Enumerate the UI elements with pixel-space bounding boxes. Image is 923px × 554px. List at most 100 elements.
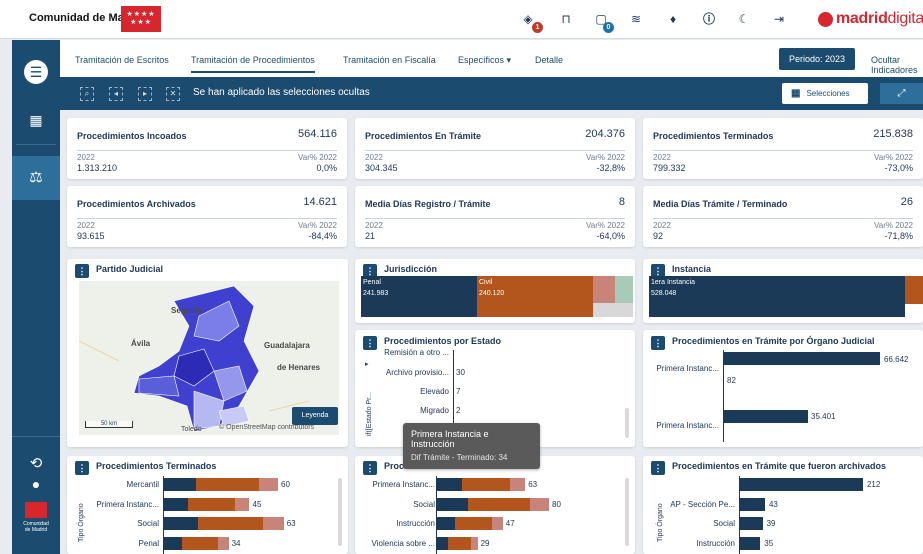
menu-icon[interactable]: ☰ [24,60,48,84]
bar-segment-salmon[interactable] [234,497,250,511]
dashboard-icon[interactable]: ▦ [24,108,48,132]
panel-menu-icon[interactable]: ⋮ [363,461,377,475]
madrid-digital-brand: madriddigital [836,10,923,27]
kpi-var-value: -71,8% [884,231,913,241]
kpi-card[interactable]: Procedimientos Terminados 215.838 2022 799.… [643,118,923,179]
bar-segment-salmon[interactable] [258,478,278,491]
tab-especificos[interactable]: Específicos ▾ [458,55,511,66]
bar-label: Penal [138,538,159,548]
bar-value: 80 [552,499,561,509]
panel-title: Procedimientos por Estado [384,336,502,346]
bar[interactable] [724,410,808,423]
bar-segment-navy[interactable] [437,478,462,491]
selection-back-icon[interactable]: ◂ [109,87,123,101]
panel-menu-icon[interactable]: ⋮ [75,264,89,278]
bar-value: 35 [764,538,774,548]
bar-value: 7 [456,387,461,396]
periodo-button[interactable]: Periodo: 2023 [779,48,855,70]
bar-value: 47 [505,519,515,528]
kpi-card[interactable]: Media Días Registro / Trámite 8 2022 21 Var%… [355,186,635,247]
bar-segment-orange[interactable] [455,517,492,530]
panel-menu-icon[interactable]: ⋮ [651,336,665,350]
selecciones-button[interactable]: ▦ Selecciones [782,83,868,104]
kpi-card[interactable]: Media Días Trámite / Terminado 26 2022 92 Va… [643,186,923,247]
bar-label: Instrucción [396,519,435,528]
tab-fiscalia[interactable]: Tramitación en Fiscalía [343,55,436,65]
bookmark-icon[interactable]: ⊓ [558,11,574,27]
gavel-icon[interactable]: ⚖ [24,166,48,190]
kpi-card[interactable]: Procedimientos Incoados 564.116 2022 1.313.… [67,118,347,179]
bar-segment-navy[interactable] [164,478,196,491]
selection-clear-icon[interactable]: ✕ [166,87,180,101]
bar-segment-salmon[interactable] [217,536,229,550]
bar-value: 35.401 [811,412,836,421]
notification-badge: 1 [532,22,543,33]
bar-segment-orange[interactable] [182,536,218,550]
kpi-card[interactable]: Procedimientos Archivados 14.621 2022 93.61… [67,186,347,247]
map-scale: 50 km [85,421,133,428]
bar-segment-orange[interactable] [195,478,259,491]
bar[interactable] [740,536,761,550]
bell-icon[interactable]: ♦ [665,11,681,27]
treemap-penal[interactable]: Penal 241.983 [361,276,477,317]
bar-segment-navy[interactable] [437,536,449,550]
treemap-segunda-instancia[interactable] [905,276,923,304]
panel-title: Instancia [672,264,712,274]
info-icon[interactable]: ⓘ [701,11,717,27]
bar-label: Social [137,519,159,528]
bar-segment-orange[interactable] [197,517,264,530]
scrollbar[interactable] [338,478,342,546]
treemap-other[interactable] [593,303,633,317]
kpi-title: Media Días Trámite / Terminado [653,199,788,209]
kpi-var-value: -84,4% [308,231,337,241]
scrollbar[interactable] [625,478,629,546]
treemap-primera-instancia[interactable]: 1era Instancia 528.048 [649,276,905,317]
bar-segment-salmon[interactable] [470,536,478,550]
bar-label: Primera Instanc... [96,499,159,509]
bar-segment-navy[interactable] [164,536,183,550]
bar-segment-orange[interactable] [187,497,235,511]
panel-menu-icon[interactable]: ⋮ [651,461,665,475]
bar-segment-orange[interactable] [448,536,471,550]
treemap-social[interactable] [593,276,615,303]
bar[interactable] [740,517,763,530]
kpi-card[interactable]: Procedimientos En Trámite 204.376 2022 304.… [355,118,635,179]
treemap-contencioso[interactable] [615,276,633,303]
treemap-civil[interactable]: Civil 240.120 [477,276,593,317]
bar-segment-salmon[interactable] [510,478,526,491]
sidebar: ☰ ▦ ⚖ ⟲ ● Comunidad de Madrid [12,40,60,554]
bar[interactable] [724,352,880,365]
bar-segment-orange[interactable] [461,478,511,491]
bar-value: 63 [528,480,538,489]
bar-segment-navy[interactable] [437,517,456,530]
panel-menu-icon[interactable]: ⋮ [75,461,89,475]
user-icon[interactable]: ● [24,472,48,496]
bar-segment-orange[interactable] [468,497,530,511]
moon-icon[interactable]: ☾ [736,11,752,27]
expand-icon[interactable]: ⤢ [880,83,923,104]
scrollbar[interactable] [625,408,629,438]
selection-tool-icon[interactable]: ⌕ [80,87,94,101]
bar-segment-navy[interactable] [164,517,198,530]
bar[interactable] [740,478,863,491]
bar-segment-navy[interactable] [164,497,188,511]
sidebar-divider [12,436,60,437]
selection-forward-icon[interactable]: ▸ [138,87,152,101]
panel-title: Procedimientos en Trámite por Órgano Jud… [672,336,875,346]
bar-segment-navy[interactable] [437,497,469,511]
layers-icon[interactable]: ≋ [628,11,644,27]
map-legend-button[interactable]: Leyenda [292,407,338,425]
bar-segment-salmon[interactable] [263,517,284,530]
bar[interactable] [740,497,765,511]
play-icon[interactable]: ▸ [365,360,369,368]
kpi-year-label: 2022 [365,221,383,230]
bar-label: Primera Instanc... [656,421,719,430]
tab-procedimientos[interactable]: Tramitación de Procedimientos [191,55,315,73]
tab-detalle[interactable]: Detalle [535,55,563,65]
comunidad-madrid-logo: Comunidad de Madrid [22,502,50,542]
tab-escritos[interactable]: Tramitación de Escritos [75,55,169,65]
bar-segment-salmon[interactable] [491,517,503,530]
map-area[interactable]: Segovia Ávila Guadalajara de Henares Tol… [78,281,339,435]
logout-icon[interactable]: ⇥ [771,11,787,27]
bar-segment-salmon[interactable] [529,497,549,511]
